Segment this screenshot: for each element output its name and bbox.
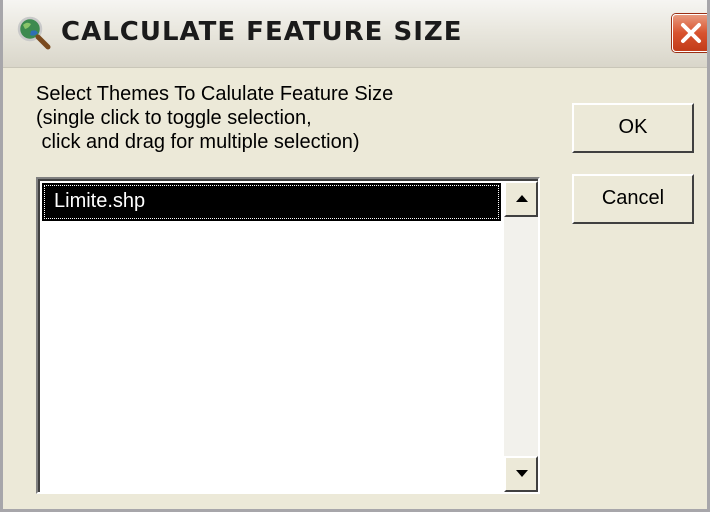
close-x-icon xyxy=(681,23,701,43)
arrow-up-icon xyxy=(516,195,528,202)
window-title: CALCULATE FEATURE SIZE xyxy=(61,17,463,47)
listbox-frame: Limite.shp xyxy=(38,179,538,492)
instructions-line-2: (single click to toggle selection, xyxy=(36,107,312,129)
scroll-up-button[interactable] xyxy=(504,181,538,217)
instructions-line-1: Select Themes To Calulate Feature Size xyxy=(36,83,394,105)
cancel-button[interactable]: Cancel xyxy=(572,174,694,224)
vertical-scrollbar[interactable] xyxy=(504,181,538,492)
calculate-feature-size-dialog: CALCULATE FEATURE SIZE Select Themes To … xyxy=(0,0,710,512)
title-bar[interactable]: CALCULATE FEATURE SIZE xyxy=(3,0,707,68)
list-item[interactable]: Limite.shp xyxy=(42,183,501,221)
instructions-text: Select Themes To Calulate Feature Size (… xyxy=(36,82,393,154)
scroll-down-button[interactable] xyxy=(504,456,538,492)
arrow-down-icon xyxy=(516,470,528,477)
globe-magnifier-icon xyxy=(17,16,51,50)
instructions-line-3: click and drag for multiple selection) xyxy=(36,131,360,153)
close-button[interactable] xyxy=(672,14,707,52)
themes-listbox[interactable]: Limite.shp xyxy=(36,177,540,494)
ok-button[interactable]: OK xyxy=(572,103,694,153)
